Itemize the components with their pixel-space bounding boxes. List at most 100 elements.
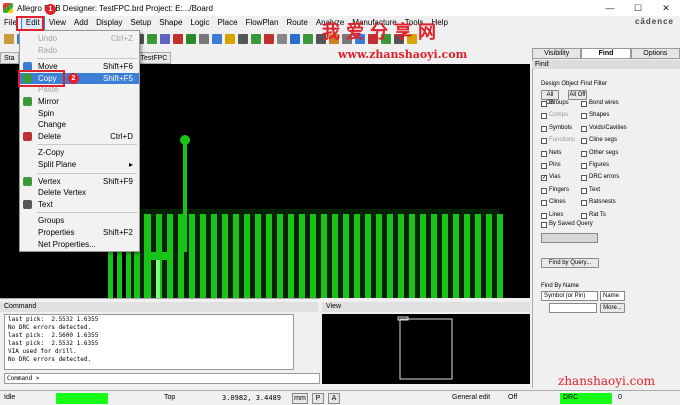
units-button[interactable]: mm: [292, 393, 308, 404]
name-type-select[interactable]: Symbol (or Pin): [541, 291, 598, 301]
log-line: last pick: 2.5532 1.6355: [8, 316, 99, 323]
edit-menu-item-text[interactable]: Text: [20, 199, 139, 210]
saved-query-checkbox[interactable]: [541, 222, 547, 228]
checkbox-functions[interactable]: [541, 138, 547, 145]
checkbox-fingers[interactable]: [541, 187, 547, 194]
zoom-prev-icon[interactable]: [238, 34, 248, 44]
checkbox-drc-errors[interactable]: [581, 175, 587, 182]
filter-label-pins: Pins: [549, 162, 561, 168]
checkbox-clines[interactable]: [541, 200, 547, 207]
slide-icon[interactable]: [160, 34, 170, 44]
menu-view[interactable]: View: [45, 16, 70, 30]
edit-menu-item-mirror[interactable]: Mirror: [20, 96, 139, 107]
edit-menu-item-redo: Redo: [20, 45, 139, 56]
pcb-finger: [387, 214, 393, 298]
tab-options[interactable]: Options: [630, 48, 680, 59]
checkbox-rat-ts[interactable]: [581, 212, 587, 219]
menu-logic[interactable]: Logic: [186, 16, 213, 30]
view-window[interactable]: [322, 314, 530, 384]
edit-menu-label: Properties: [38, 228, 75, 237]
via-icon[interactable]: [186, 34, 196, 44]
color-icon[interactable]: [290, 34, 300, 44]
edit-menu-item-delete-vertex[interactable]: Delete Vertex: [20, 187, 139, 198]
menu-flowplan[interactable]: FlowPlan: [242, 16, 283, 30]
name-search-input[interactable]: [549, 303, 597, 313]
status-count: 0: [618, 394, 622, 401]
pcb-finger: [200, 214, 206, 298]
view-minimap: [397, 316, 453, 380]
filter-label-ratsnests: Ratsnests: [589, 199, 616, 206]
checkbox-groups[interactable]: [541, 101, 547, 107]
checkbox-voids-cavities[interactable]: [581, 125, 587, 132]
checkbox-other-segs[interactable]: [581, 150, 587, 157]
all-on-button[interactable]: All On: [541, 90, 559, 106]
edit-menu-label: Z-Copy: [38, 148, 65, 158]
menu-place[interactable]: Place: [214, 16, 242, 30]
filter-label-vias: Vias: [549, 174, 561, 181]
menu-add[interactable]: Add: [70, 16, 92, 30]
zoom-fit-icon[interactable]: [199, 34, 209, 44]
checkbox-ratsnests[interactable]: [581, 200, 587, 207]
edit-menu-item-z-copy[interactable]: Z-Copy: [20, 147, 139, 158]
grid-icon[interactable]: [264, 34, 274, 44]
checkbox-cline-segs[interactable]: [581, 138, 587, 145]
pcb-finger: [233, 214, 239, 298]
drc-icon[interactable]: [173, 34, 183, 44]
edit-menu-item-vertex[interactable]: Vertex Shift+F9: [20, 176, 139, 187]
edit-menu-item-net-properties[interactable]: Net Properties...: [20, 239, 139, 250]
maximize-button[interactable]: ☐: [624, 0, 652, 16]
edit-menu-item-delete[interactable]: Delete Ctrl+D: [20, 131, 139, 142]
checkbox-shapes[interactable]: [581, 113, 587, 120]
a-button[interactable]: A: [328, 393, 340, 404]
allegro-window: Allegro PCB Designer: TestFPC.brd Projec…: [0, 0, 680, 405]
shape-icon[interactable]: [277, 34, 287, 44]
checkbox-symbols[interactable]: [541, 125, 547, 132]
checkbox-comps[interactable]: [541, 113, 547, 120]
saved-query-label: By Saved Query: [549, 221, 593, 227]
pcb-finger: [244, 214, 250, 298]
all-off-button[interactable]: All Off: [568, 90, 587, 100]
edit-menu-item-change[interactable]: Change: [20, 119, 139, 130]
checkbox-vias[interactable]: ✓: [541, 175, 547, 182]
edit-menu-item-split-plane[interactable]: Split Plane ▸: [20, 159, 139, 170]
saved-query-select[interactable]: [541, 233, 598, 243]
menu-setup[interactable]: Setup: [126, 16, 155, 30]
pcb-finger: [255, 214, 261, 298]
layer-icon[interactable]: [303, 34, 313, 44]
more-button[interactable]: More...: [600, 303, 625, 313]
pcb-finger: [321, 214, 327, 298]
menu-shape[interactable]: Shape: [155, 16, 186, 30]
p-button[interactable]: P: [312, 393, 324, 404]
edit-menu-item-properties[interactable]: Properties Shift+F2: [20, 227, 139, 238]
close-button[interactable]: ✕: [652, 0, 680, 16]
minimize-button[interactable]: —: [596, 0, 624, 16]
checkbox-lines[interactable]: [541, 212, 547, 219]
command-input[interactable]: Command >: [4, 373, 320, 384]
tab-find[interactable]: Find: [581, 48, 631, 59]
checkbox-figures[interactable]: [581, 163, 587, 169]
pcb-finger: [277, 214, 283, 298]
route-icon[interactable]: [147, 34, 157, 44]
edit-menu-item-spin[interactable]: Spin: [20, 108, 139, 119]
zoom-in-icon[interactable]: [212, 34, 222, 44]
menu-display[interactable]: Display: [92, 16, 126, 30]
edit-menu-highlight: [16, 16, 44, 31]
name-mode-select[interactable]: Name: [600, 291, 625, 301]
checkbox-bond-wires[interactable]: [581, 101, 587, 107]
checkbox-nets[interactable]: [541, 150, 547, 157]
filter-label-bond-wires: Bond wires: [589, 100, 619, 106]
tab-design[interactable]: TestFPC: [136, 52, 172, 64]
zoom-out-icon[interactable]: [225, 34, 235, 44]
tab-start[interactable]: Sta: [0, 52, 19, 64]
menu-route[interactable]: Route: [282, 16, 311, 30]
command-log: last pick: 2.5532 1.6355 No DRC errors de…: [4, 314, 294, 370]
open-icon[interactable]: [4, 34, 14, 44]
redraw-icon[interactable]: [251, 34, 261, 44]
checkbox-pins[interactable]: [541, 163, 547, 169]
edit-menu-item-groups[interactable]: Groups: [20, 215, 139, 226]
tab-visibility[interactable]: Visibility: [532, 48, 582, 59]
find-by-query-button[interactable]: Find by Query...: [541, 258, 599, 268]
checkbox-text[interactable]: [581, 187, 587, 194]
edit-menu-label: Vertex: [38, 176, 61, 186]
filter-label-symbols: Symbols: [549, 124, 573, 131]
